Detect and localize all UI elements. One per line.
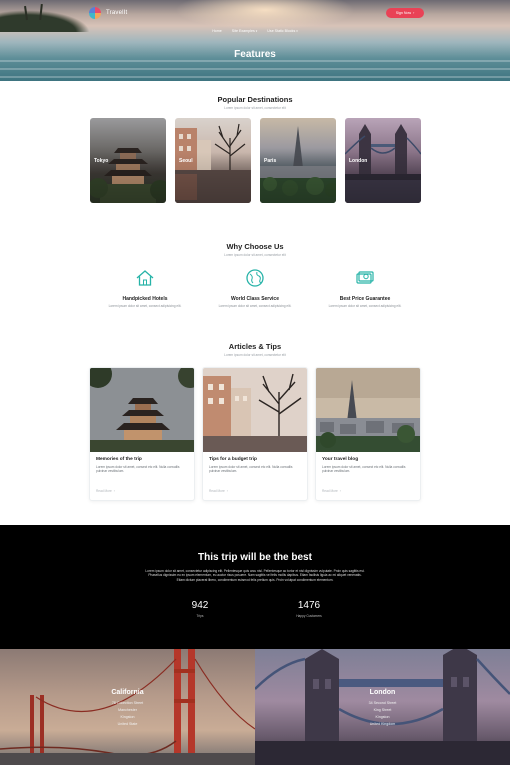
caret-down-icon: ▾ xyxy=(255,29,258,33)
article-title: Tips for a budget trip xyxy=(209,457,257,462)
caret-down-icon: ▾ xyxy=(296,29,298,33)
feature-price: Best Price Guarantee Lorem ipsum dolor s… xyxy=(305,268,425,308)
stat-label: Trips xyxy=(196,614,204,618)
article-card[interactable]: Memories of the trip Lorem ipsum dolor s… xyxy=(89,367,195,501)
article-excerpt: Lorem ipsum dolor sit amet, consect etc … xyxy=(209,465,293,474)
golden-gate-image xyxy=(0,649,255,765)
destinations-subtitle: Lorem ipsum dolor sit amet, consectetur … xyxy=(224,106,286,110)
page-title: Features xyxy=(234,49,276,60)
article-excerpt: Lorem ipsum dolor sit amet, consect etc … xyxy=(322,465,406,474)
address-line: 78 Collection Street xyxy=(111,701,144,705)
destination-name: Paris xyxy=(264,158,277,164)
brand-logo[interactable]: TravelIt xyxy=(89,7,127,19)
location-name: London xyxy=(369,689,396,696)
menu-item-label: Site Examples xyxy=(231,29,255,33)
article-image-paris xyxy=(316,368,420,452)
location-name: California xyxy=(111,689,144,696)
destination-name: Tokyo xyxy=(94,158,109,164)
sign-now-button[interactable]: Sign Now › xyxy=(386,8,424,18)
location-card-california[interactable]: California 78 Collection Street Manchest… xyxy=(0,649,255,765)
chevron-right-icon: › xyxy=(113,489,115,493)
feature-title: Best Price Guarantee xyxy=(339,296,391,302)
feature-service: World Class Service Lorem ipsum dolor si… xyxy=(195,268,315,308)
article-title: Your travel blog xyxy=(322,457,359,462)
address-line: Manchester xyxy=(118,708,137,712)
read-more-link[interactable]: Read More › xyxy=(322,489,341,493)
menu-item-home[interactable]: Home xyxy=(212,29,222,33)
article-excerpt: Lorem ipsum dolor sit amet, consect etc … xyxy=(96,465,180,474)
menu-item-label: Home xyxy=(212,29,222,33)
money-icon xyxy=(356,271,374,284)
hero-banner: TravelIt Sign Now › Home Site Examples▾ … xyxy=(0,0,510,81)
stat-number: 1476 xyxy=(297,600,321,611)
stats-text: Lorem ipsum dolor sit amet, consectetur … xyxy=(145,569,365,582)
home-icon xyxy=(136,270,154,286)
destination-card-seoul[interactable]: Seoul xyxy=(175,118,251,203)
article-image-street xyxy=(203,368,307,452)
logo-icon xyxy=(89,7,101,19)
destinations-title: Popular Destinations xyxy=(217,95,293,104)
sign-now-label: Sign Now xyxy=(395,11,412,15)
feature-desc: Lorem ipsum dolor sit amet, consect adip… xyxy=(328,304,402,308)
feature-title: World Class Service xyxy=(231,296,279,302)
destination-name: London xyxy=(349,158,368,164)
tower-bridge-image xyxy=(255,649,510,765)
why-title: Why Choose Us xyxy=(226,242,284,251)
stats-title: This trip will be the best xyxy=(198,552,312,563)
stat-label: Happy Customers xyxy=(296,614,322,618)
address-line: King Street xyxy=(373,708,392,712)
menu-item-label: Use Static Blocks xyxy=(267,29,296,33)
feature-title: Handpicked Hotels xyxy=(122,296,168,302)
why-subtitle: Lorem ipsum dolor sit amet, consectetur … xyxy=(224,253,286,257)
brand-name: TravelIt xyxy=(106,10,128,16)
chevron-right-icon: › xyxy=(339,489,341,493)
read-more-label: Read More xyxy=(322,489,338,493)
menu-item-static-blocks[interactable]: Use Static Blocks▾ xyxy=(267,29,297,33)
destination-card-london[interactable]: London xyxy=(345,118,421,203)
navbar: TravelIt Sign Now › xyxy=(0,0,510,28)
stat-number: 942 xyxy=(191,600,209,611)
main-menu: Home Site Examples▾ Use Static Blocks▾ xyxy=(0,29,510,33)
feature-desc: Lorem ipsum dolor sit amet, consect adip… xyxy=(218,304,292,308)
wave-line xyxy=(0,68,510,70)
read-more-link[interactable]: Read More › xyxy=(209,489,228,493)
read-more-label: Read More xyxy=(209,489,225,493)
address-line: Kingston xyxy=(120,715,135,719)
article-title: Memories of the trip xyxy=(96,457,142,462)
articles-title: Articles & Tips xyxy=(228,342,282,351)
chevron-right-icon: › xyxy=(413,11,415,15)
article-card[interactable]: Your travel blog Lorem ipsum dolor sit a… xyxy=(315,367,421,501)
menu-item-site-examples[interactable]: Site Examples▾ xyxy=(232,29,258,33)
article-card[interactable]: Tips for a budget trip Lorem ipsum dolor… xyxy=(202,367,308,501)
address-line: United Kingdom xyxy=(369,722,396,726)
feature-desc: Lorem ipsum dolor sit amet, consect adip… xyxy=(108,304,182,308)
article-image-castle xyxy=(90,368,194,452)
destination-card-tokyo[interactable]: Tokyo xyxy=(90,118,166,203)
chevron-right-icon: › xyxy=(226,489,228,493)
globe-icon xyxy=(246,269,264,287)
stats-section: This trip will be the best Lorem ipsum d… xyxy=(0,525,510,649)
articles-subtitle: Lorem ipsum dolor sit amet, consectetur … xyxy=(224,353,286,357)
read-more-label: Read More xyxy=(96,489,112,493)
address-line: United State xyxy=(117,722,138,726)
page: TravelIt Sign Now › Home Site Examples▾ … xyxy=(0,0,510,765)
address-line: Kingston xyxy=(375,715,390,719)
read-more-link[interactable]: Read More › xyxy=(96,489,115,493)
address-line: 34 Second Street xyxy=(368,701,397,705)
wave-line xyxy=(0,76,510,78)
wave-line xyxy=(0,60,510,62)
location-card-london[interactable]: London 34 Second Street King Street King… xyxy=(255,649,510,765)
destination-name: Seoul xyxy=(179,158,193,164)
destination-card-paris[interactable]: Paris xyxy=(260,118,336,203)
feature-hotels: Handpicked Hotels Lorem ipsum dolor sit … xyxy=(85,268,205,308)
